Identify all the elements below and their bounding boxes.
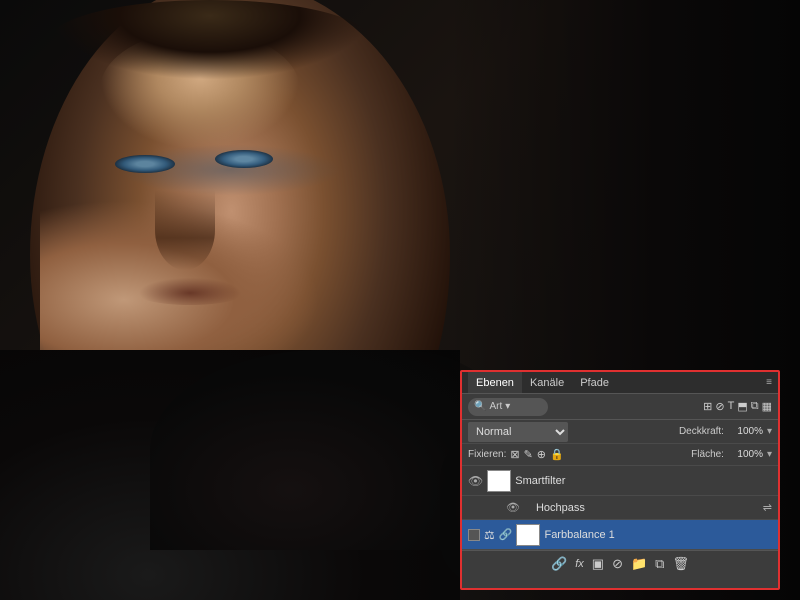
thumb-smartfilter: [487, 470, 511, 492]
opacity-value: 100%: [728, 426, 763, 437]
hochpass-adjust-icon: ⇌: [763, 501, 772, 514]
adjustment-layer-icon[interactable]: ⊘: [612, 556, 623, 572]
text-icon[interactable]: T: [728, 400, 735, 413]
toolbar-icons: ⊞ ⊘ T ⬒ ⧉ ▦: [703, 400, 772, 413]
thumb-farbbalance: [516, 524, 540, 546]
shape-icon[interactable]: ⬒: [737, 400, 747, 413]
grid-icon[interactable]: ▦: [762, 400, 772, 413]
new-layer-icon[interactable]: ⧉: [655, 556, 664, 572]
search-dropdown-icon: ▾: [505, 401, 510, 412]
link-icon[interactable]: ⧉: [751, 400, 759, 413]
folder-icon[interactable]: 📁: [631, 556, 647, 572]
visibility-smartfilter[interactable]: 👁: [468, 474, 483, 488]
tab-pfade[interactable]: Pfade: [572, 372, 617, 393]
chain-farbbalance-icon: 🔗: [499, 528, 513, 541]
layers-panel: Ebenen Kanäle Pfade ≡ 🔍 Art ▾ ⊞ ⊘ T ⬒ ⧉ …: [460, 370, 780, 590]
new-group-icon[interactable]: ⊞: [703, 400, 712, 413]
fill-dropdown-icon[interactable]: ▾: [767, 449, 772, 460]
layer-name-smartfilter: Smartfilter: [515, 475, 772, 487]
panel-toolbar-2: Normal Deckkraft: 100% ▾: [462, 420, 778, 444]
fix-label: Fixieren:: [468, 449, 506, 460]
nose-shadow: [155, 190, 215, 270]
mouth-area: [130, 275, 250, 305]
adjust-farbbalance-icon: ⚖: [484, 528, 495, 542]
eye-left: [115, 155, 175, 173]
fix-paint-icon[interactable]: ✎: [524, 448, 533, 461]
search-box[interactable]: 🔍 Art ▾: [468, 398, 548, 416]
search-label: Art: [489, 401, 502, 412]
hair: [50, 0, 370, 80]
search-icon: 🔍: [474, 401, 486, 412]
layers-list: 👁 Smartfilter 👁 Hochpass ⇌ ⚖ 🔗 Farbbalan…: [462, 466, 778, 550]
layer-name-hochpass: Hochpass: [536, 502, 759, 514]
panel-toolbar-1: 🔍 Art ▾ ⊞ ⊘ T ⬒ ⧉ ▦: [462, 394, 778, 420]
panel-menu-icon[interactable]: ≡: [766, 377, 772, 388]
layer-row-smartfilter[interactable]: 👁 Smartfilter: [462, 466, 778, 496]
fill-label: Fläche:: [691, 449, 724, 460]
panel-tabs: Ebenen Kanäle Pfade ≡: [462, 372, 778, 394]
fix-position-icon[interactable]: ⊠: [510, 448, 519, 461]
fill-value: 100%: [728, 449, 763, 460]
fix-icons: ⊠ ✎ ⊕ 🔒: [510, 448, 563, 461]
mask-icon[interactable]: ▣: [592, 556, 604, 572]
layer-name-farbbalance: Farbbalance 1: [544, 529, 772, 541]
adjustment-icon[interactable]: ⊘: [715, 400, 724, 413]
opacity-label: Deckkraft:: [679, 426, 724, 437]
fix-lock-icon[interactable]: 🔒: [550, 448, 564, 461]
fx-icon[interactable]: fx: [575, 558, 584, 570]
layer-row-farbbalance[interactable]: ⚖ 🔗 Farbbalance 1: [462, 520, 778, 550]
panel-bottom: 🔗 fx ▣ ⊘ 📁 ⧉ 🗑: [462, 550, 778, 576]
tab-kanaele[interactable]: Kanäle: [522, 372, 572, 393]
link-layers-icon[interactable]: 🔗: [551, 556, 567, 572]
tab-ebenen[interactable]: Ebenen: [468, 372, 522, 393]
delete-layer-icon[interactable]: 🗑: [672, 556, 689, 572]
panel-toolbar-3: Fixieren: ⊠ ✎ ⊕ 🔒 Fläche: 100% ▾: [462, 444, 778, 466]
blend-mode-select[interactable]: Normal: [468, 422, 568, 442]
visibility-hochpass[interactable]: 👁: [506, 501, 520, 514]
opacity-dropdown-icon[interactable]: ▾: [767, 426, 772, 437]
layer-row-hochpass[interactable]: 👁 Hochpass ⇌: [462, 496, 778, 520]
checkbox-farbbalance[interactable]: [468, 529, 480, 541]
eye-right: [215, 150, 273, 168]
fix-move-icon[interactable]: ⊕: [537, 448, 546, 461]
